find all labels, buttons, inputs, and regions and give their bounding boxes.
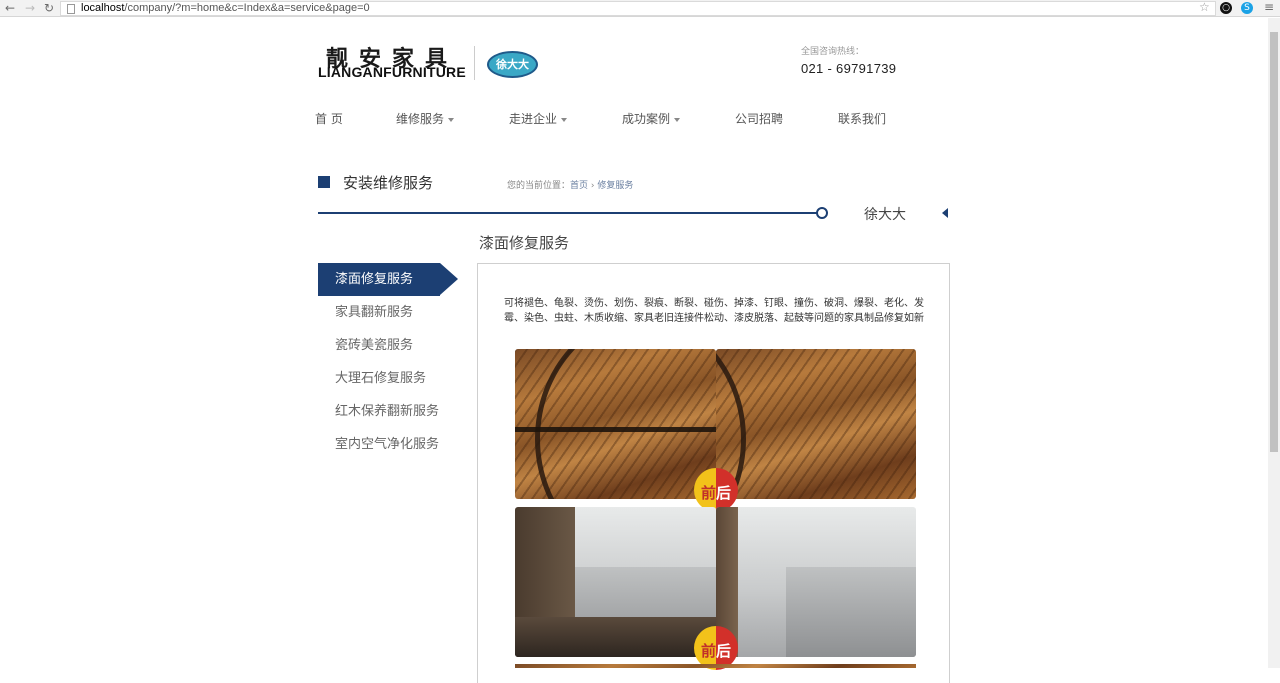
badge-before-label: 前 (694, 468, 716, 512)
nav-item-about[interactable]: 走进企业 (509, 110, 568, 127)
sidebar-item-paint-repair[interactable]: 漆面修复服务 (318, 263, 458, 296)
arrow-right-icon[interactable]: → (25, 1, 35, 15)
sidebar-item-marble-repair[interactable]: 大理石修复服务 (318, 362, 458, 395)
chevron-down-icon (448, 117, 455, 122)
nav-item-home[interactable]: 首 页 (315, 110, 343, 127)
nav-item-jobs[interactable]: 公司招聘 (735, 110, 783, 127)
caret-left-icon[interactable] (942, 208, 948, 218)
browser-toolbar: ← → ↻ localhost/company/?m=home&c=Index&… (0, 0, 1280, 17)
before-after-badge: 前 后 (694, 468, 738, 512)
logo-english[interactable]: LIANGANFURNITURE (318, 64, 466, 80)
logo-divider (474, 46, 475, 80)
wood-grain (716, 349, 916, 499)
hotline-label: 全国咨询热线： (801, 47, 865, 57)
side-panel-name: 徐大大 (864, 207, 906, 223)
breadcrumb-separator: › (588, 181, 598, 191)
nav-item-repair[interactable]: 维修服务 (396, 110, 455, 127)
extension-icon[interactable]: ○ (1220, 2, 1232, 14)
before-photo-cabinet (515, 507, 716, 657)
before-photo-wood (515, 349, 716, 499)
after-photo-wood (716, 349, 916, 499)
scroll-thumb[interactable] (1270, 32, 1278, 452)
after-photo-cabinet (716, 507, 916, 657)
content-title: 漆面修复服务 (479, 234, 570, 252)
section-divider-line (318, 212, 818, 214)
chevron-down-icon (674, 117, 681, 122)
page-icon (67, 4, 75, 14)
cabinet-side (786, 567, 916, 657)
scrollbar[interactable] (1268, 18, 1280, 668)
sidebar-item-furniture-renovation[interactable]: 家具翻新服务 (318, 296, 458, 329)
hotline-number: 021 - 69791739 (801, 61, 897, 76)
brand-logo[interactable]: 徐大大 (487, 51, 538, 78)
reload-icon[interactable]: ↻ (44, 1, 54, 15)
skype-icon[interactable]: S (1241, 2, 1253, 14)
sidebar-item-air-purification[interactable]: 室内空气净化服务 (318, 428, 458, 461)
sidebar-item-tile-beauty[interactable]: 瓷砖美瓷服务 (318, 329, 458, 362)
arrow-left-icon[interactable]: ← (5, 1, 15, 15)
star-icon[interactable]: ☆ (1199, 0, 1210, 14)
url-text: localhost/company/?m=home&c=Index&a=serv… (81, 2, 370, 14)
chevron-down-icon (561, 117, 568, 122)
breadcrumb-current[interactable]: 修复服务 (597, 181, 633, 191)
crack-line (535, 349, 716, 499)
section-divider-knob (816, 207, 828, 219)
menu-icon[interactable]: ≡ (1264, 0, 1274, 14)
address-bar[interactable]: localhost/company/?m=home&c=Index&a=serv… (60, 1, 1216, 16)
floor (515, 617, 716, 657)
nav-item-cases[interactable]: 成功案例 (622, 110, 681, 127)
next-photo-edge (515, 664, 916, 668)
breadcrumb-prefix: 您的当前位置： (507, 181, 571, 191)
crack-line (515, 427, 716, 432)
section-title: 安装维修服务 (343, 174, 434, 192)
sidebar-item-redwood-care[interactable]: 红木保养翻新服务 (318, 395, 458, 428)
section-marker (318, 176, 330, 188)
content-description: 可将褪色、龟裂、烫伤、划伤、裂痕、断裂、碰伤、掉漆、钉眼、撞伤、破洞、爆裂、老化… (504, 298, 924, 324)
badge-after-label: 后 (716, 468, 738, 512)
breadcrumb-home[interactable]: 首页 (570, 181, 588, 191)
nav-item-contact[interactable]: 联系我们 (838, 110, 886, 127)
breadcrumb: 您的当前位置：首页 › 修复服务 (507, 178, 633, 191)
